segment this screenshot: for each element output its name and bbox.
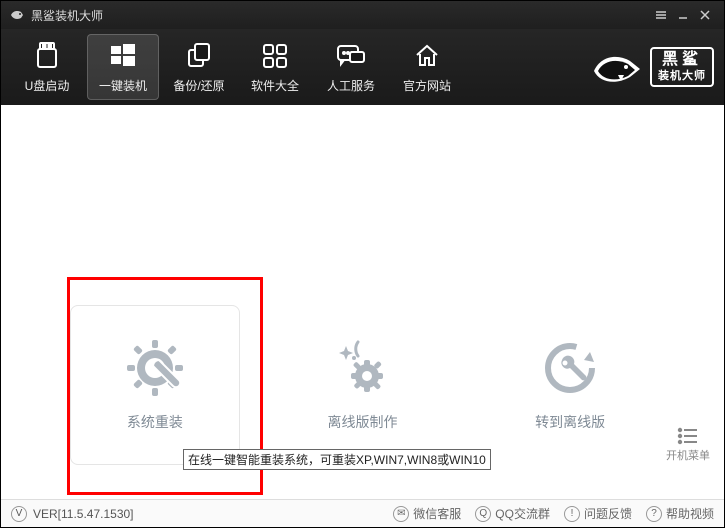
refresh-wrench-icon: [540, 338, 600, 398]
toolbar-label: 人工服务: [327, 77, 375, 94]
toolbar-backup-restore[interactable]: 备份/还原: [163, 34, 235, 100]
toolbar-one-click-install[interactable]: 一键装机: [87, 34, 159, 100]
card-offline-make[interactable]: 离线版制作: [277, 305, 447, 465]
version-text: VER[11.5.47.1530]: [33, 507, 134, 521]
windows-icon: [108, 41, 138, 71]
boot-menu-label: 开机菜单: [666, 447, 710, 463]
version-icon: V: [11, 506, 27, 522]
card-system-reinstall[interactable]: 系统重装: [70, 305, 240, 465]
status-label: 帮助视频: [666, 505, 714, 522]
apps-icon: [260, 41, 290, 71]
status-help-video[interactable]: ?帮助视频: [646, 505, 714, 522]
toolbar-usb-boot[interactable]: U盘启动: [11, 34, 83, 100]
status-label: 微信客服: [413, 505, 461, 522]
usb-icon: [32, 41, 62, 71]
menu-button[interactable]: [650, 4, 672, 26]
toolbar-website[interactable]: 官方网站: [391, 34, 463, 100]
app-icon: [9, 7, 25, 23]
card-label: 离线版制作: [327, 412, 397, 432]
card-label: 系统重装: [127, 412, 183, 432]
status-feedback[interactable]: !问题反馈: [564, 505, 632, 522]
card-to-offline[interactable]: 转到离线版: [485, 305, 655, 465]
content-area: 系统重装 离线版制作 转到离线版 在线一键智能重装系统，可重装XP,WIN7,W…: [1, 105, 724, 499]
list-icon: [677, 427, 699, 445]
gear-sparkle-icon: [332, 338, 392, 398]
statusbar: V VER[11.5.47.1530] ✉微信客服 QQQ交流群 !问题反馈 ?…: [1, 499, 724, 527]
app-title: 黑鲨装机大师: [31, 7, 103, 24]
titlebar: 黑鲨装机大师: [1, 1, 724, 29]
qq-icon: Q: [475, 506, 491, 522]
status-qq-group[interactable]: QQQ交流群: [475, 505, 550, 522]
toolbar-label: 软件大全: [251, 77, 299, 94]
toolbar-label: 一键装机: [99, 77, 147, 94]
toolbar-label: 官方网站: [403, 77, 451, 94]
help-icon: ?: [646, 506, 662, 522]
chat-icon: [336, 41, 366, 71]
gear-wrench-icon: [125, 338, 185, 398]
toolbar-label: U盘启动: [25, 77, 70, 94]
status-label: QQ交流群: [495, 505, 550, 522]
status-wechat-support[interactable]: ✉微信客服: [393, 505, 461, 522]
feedback-icon: !: [564, 506, 580, 522]
home-icon: [412, 41, 442, 71]
wechat-icon: ✉: [393, 506, 409, 522]
toolbar-software[interactable]: 软件大全: [239, 34, 311, 100]
toolbar: U盘启动 一键装机 备份/还原 软件大全 人工服务 官方网站 黑鲨 装机大师: [1, 29, 724, 105]
status-label: 问题反馈: [584, 505, 632, 522]
copy-icon: [184, 41, 214, 71]
card-label: 转到离线版: [535, 412, 605, 432]
shark-icon: [588, 47, 644, 87]
boot-menu-button[interactable]: 开机菜单: [666, 427, 710, 463]
toolbar-support[interactable]: 人工服务: [315, 34, 387, 100]
brand-text: 黑鲨 装机大师: [650, 47, 714, 86]
brand-logo: 黑鲨 装机大师: [588, 47, 714, 87]
close-button[interactable]: [694, 4, 716, 26]
minimize-button[interactable]: [672, 4, 694, 26]
toolbar-label: 备份/还原: [173, 77, 224, 94]
tooltip: 在线一键智能重装系统，可重装XP,WIN7,WIN8或WIN10: [183, 449, 491, 470]
